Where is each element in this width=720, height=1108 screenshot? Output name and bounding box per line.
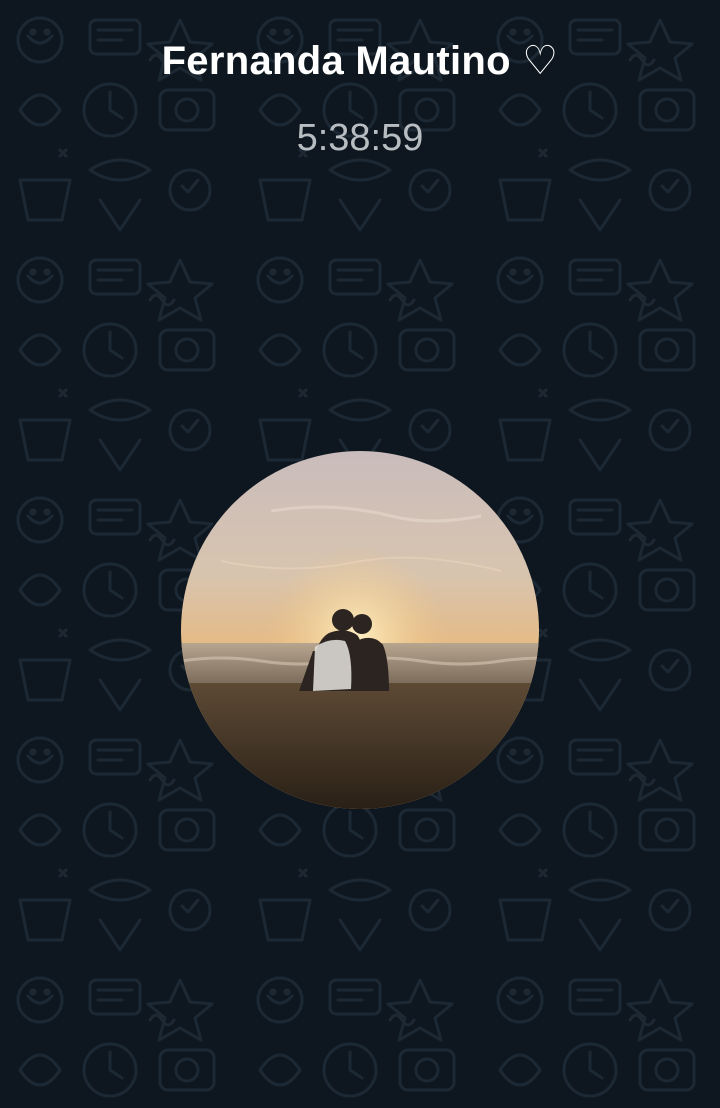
avatar-photo: [181, 451, 539, 809]
call-duration-timer: 5:38:59: [296, 117, 424, 159]
contact-name: Fernanda Mautino ♡: [161, 39, 559, 83]
contact-avatar[interactable]: [181, 451, 539, 809]
